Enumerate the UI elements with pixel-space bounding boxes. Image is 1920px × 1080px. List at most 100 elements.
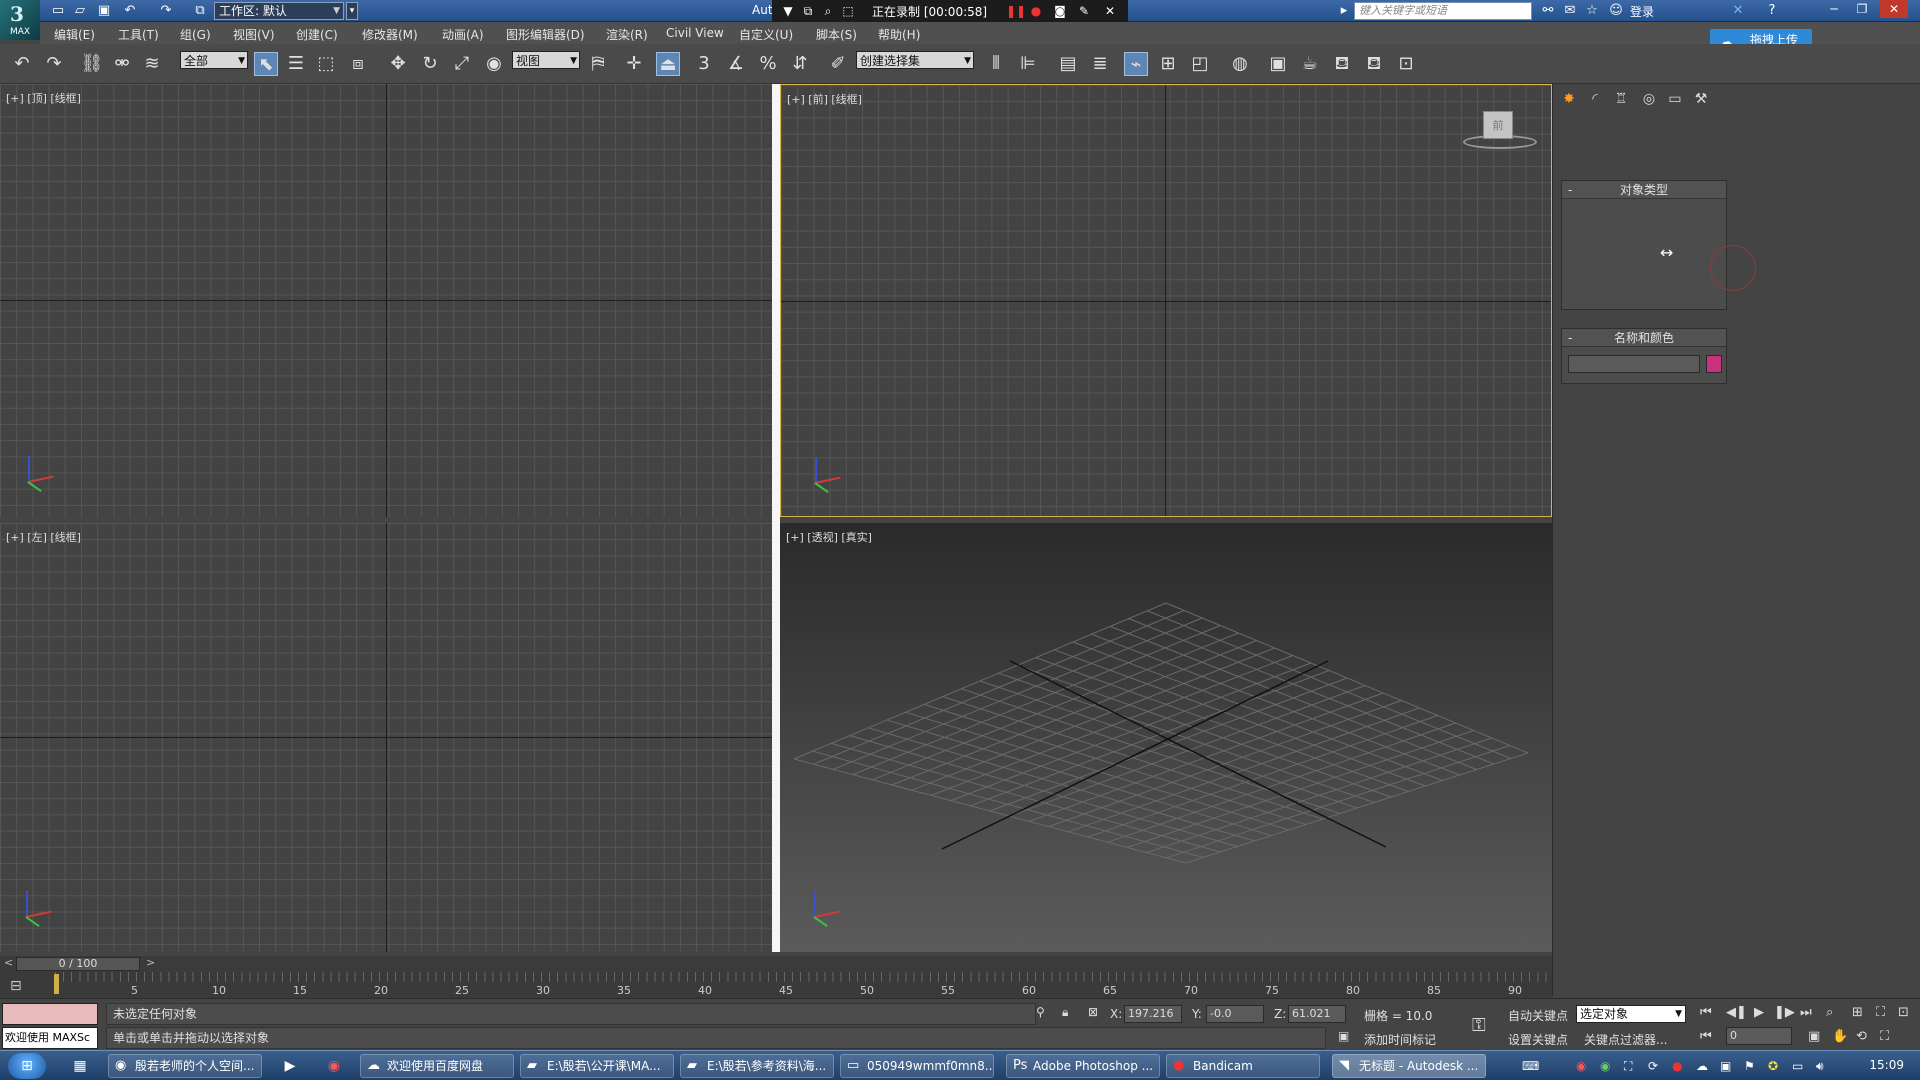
quicklaunch-app-icon[interactable]: ◉ <box>324 1056 344 1076</box>
menu-animation[interactable]: 动画(A) <box>442 26 484 43</box>
search-expand-icon[interactable]: ▸ <box>1336 3 1352 19</box>
render-in-cloud-icon[interactable]: ⊡ <box>1394 52 1418 76</box>
ref-coord-dropdown[interactable]: 视图 ▼ <box>512 51 580 69</box>
undo-quick-icon[interactable]: ↶ <box>122 3 138 19</box>
mini-curve-editor-icon[interactable]: ⊟ <box>10 978 22 994</box>
project-folder-icon[interactable]: ⧉ <box>192 3 208 19</box>
viewport-top-label[interactable]: [+] [顶] [线框] <box>6 90 81 106</box>
minimize-icon[interactable]: ─ <box>1820 0 1848 18</box>
orbit-icon[interactable]: ⟲ <box>1856 1029 1867 1044</box>
menu-group[interactable]: 组(G) <box>180 26 211 43</box>
tray-star-icon[interactable]: ✪ <box>1768 1059 1778 1073</box>
auto-key-button[interactable]: 自动关键点 <box>1508 1007 1568 1024</box>
menu-edit[interactable]: 编辑(E) <box>54 26 95 43</box>
schematic-view-icon[interactable]: ⊞ <box>1156 52 1180 76</box>
user-icon[interactable]: ☺ <box>1608 3 1624 19</box>
menu-graph-editors[interactable]: 图形编辑器(D) <box>506 26 585 43</box>
object-type-header[interactable]: - 对象类型 <box>1562 181 1726 199</box>
workspace-extra-button[interactable]: ▾ <box>346 2 358 20</box>
edit-named-selection-icon[interactable]: ✐ <box>826 52 850 76</box>
x-coord-field[interactable]: 197.216 <box>1124 1005 1182 1023</box>
save-file-icon[interactable]: ▣ <box>96 3 112 19</box>
maximize-viewport-icon[interactable]: ⛶ <box>1880 1029 1889 1044</box>
menu-modifiers[interactable]: 修改器(M) <box>362 26 418 43</box>
maxscript-listener-input[interactable] <box>2 1003 98 1025</box>
named-selection-dropdown[interactable]: 创建选择集 ▼ <box>856 51 974 69</box>
viewport-perspective[interactable]: [+] [透视] [真实] <box>780 523 1552 952</box>
menu-views[interactable]: 视图(V) <box>233 26 275 43</box>
taskbar-item[interactable]: ▰ E:\殷若\公开课\MA... <box>520 1054 674 1078</box>
maxscript-output[interactable]: 欢迎使用 MAXSc <box>2 1027 98 1049</box>
tray-display-icon[interactable]: ▭ <box>1792 1059 1803 1073</box>
add-time-tag[interactable]: 添加时间标记 <box>1364 1031 1436 1048</box>
tray-record-icon[interactable]: ● <box>1672 1059 1682 1073</box>
name-color-header[interactable]: - 名称和颜色 <box>1562 329 1726 347</box>
menu-tools[interactable]: 工具(T) <box>118 26 159 43</box>
current-frame-field[interactable]: 0 <box>1726 1027 1792 1045</box>
select-manipulate-icon[interactable]: ✛ <box>622 52 646 76</box>
volume-icon[interactable]: 🔊︎ <box>1816 1059 1824 1074</box>
object-color-swatch[interactable] <box>1706 355 1722 373</box>
menu-help[interactable]: 帮助(H) <box>878 26 920 43</box>
tray-security-icon[interactable]: ◉ <box>1600 1059 1610 1073</box>
zoom-icon[interactable]: ⌕ <box>820 3 836 19</box>
zoom-icon[interactable]: ⌕ <box>1826 1005 1833 1020</box>
modify-tab-icon[interactable]: ◜ <box>1583 88 1607 110</box>
move-icon[interactable]: ✥ <box>386 52 410 76</box>
login-link[interactable]: 登录 <box>1630 3 1654 20</box>
utilities-tab-icon[interactable]: ⚒ <box>1689 88 1713 110</box>
quicklaunch-media-icon[interactable]: ▶ <box>280 1056 300 1076</box>
region-icon[interactable]: ⬚ <box>840 3 856 19</box>
window-close-icon[interactable]: ✕ <box>1880 0 1908 18</box>
redo-icon[interactable]: ↷ <box>42 52 66 76</box>
next-frame-icon[interactable]: ❚▶ <box>1774 1005 1795 1020</box>
motion-tab-icon[interactable]: ◎ <box>1637 88 1661 110</box>
place-icon[interactable]: ◉ <box>482 52 506 76</box>
go-to-start-icon[interactable]: ⏮ <box>1700 1005 1712 1020</box>
camera-icon[interactable]: ◙ <box>1052 3 1068 19</box>
time-prev-button[interactable]: < <box>4 956 13 969</box>
taskbar-item[interactable]: ▰ E:\殷若\参考资料\海... <box>680 1054 834 1078</box>
absolute-mode-icon[interactable]: ⊠ <box>1088 1005 1098 1019</box>
isolate-icon[interactable]: ⚲ <box>1036 1005 1045 1019</box>
taskbar-item[interactable]: ◉ 殷若老师的个人空间... <box>108 1054 262 1078</box>
viewcube[interactable]: 前 <box>1463 111 1537 149</box>
layer-explorer-icon[interactable]: ▤ <box>1056 52 1080 76</box>
track-ticks[interactable] <box>55 972 1552 998</box>
viewcube-face[interactable]: 前 <box>1483 111 1513 139</box>
app-logo[interactable]: 3 MAX <box>0 0 40 40</box>
viewport-divider-vertical[interactable] <box>772 84 780 952</box>
rendered-frame-icon[interactable]: ▣ <box>1266 52 1290 76</box>
toggle-ribbon-icon[interactable]: ≣ <box>1088 52 1112 76</box>
tray-monitor-icon[interactable]: ▣ <box>1720 1059 1731 1073</box>
viewport-left-label[interactable]: [+] [左] [线框] <box>6 529 81 545</box>
activeshade-icon[interactable]: ⛾ <box>1362 52 1386 76</box>
viewport-left[interactable]: [+] [左] [线框] <box>0 523 772 952</box>
link-icon[interactable]: ⛓ <box>80 52 104 76</box>
zoom-all-icon[interactable]: ⊞ <box>1852 1005 1863 1020</box>
open-file-icon[interactable]: ▱ <box>72 3 88 19</box>
key-selection-dropdown[interactable]: 选定对象 ▼ <box>1576 1005 1686 1023</box>
time-tag-icon[interactable]: ▣ <box>1338 1029 1349 1043</box>
help-icon[interactable]: ? <box>1764 3 1780 19</box>
play-icon[interactable]: ▶ <box>1754 1005 1764 1020</box>
exchange-icon[interactable]: ✕ <box>1730 3 1746 19</box>
quicklaunch-folder-icon[interactable]: ▦ <box>70 1056 90 1076</box>
binoculars-icon[interactable]: ⚯ <box>1540 3 1556 19</box>
tray-network-icon[interactable]: ⛶ <box>1624 1059 1632 1074</box>
material-editor-icon[interactable]: ◰ <box>1188 52 1212 76</box>
angle-snap-icon[interactable]: ∡ <box>724 52 748 76</box>
menu-rendering[interactable]: 渲染(R) <box>606 26 648 43</box>
viewport-perspective-label[interactable]: [+] [透视] [真实] <box>786 529 872 545</box>
z-coord-field[interactable]: 61.021 <box>1288 1005 1346 1023</box>
render-iterative-icon[interactable]: ⛾ <box>1330 52 1354 76</box>
tray-app-icon[interactable]: ◉ <box>1576 1059 1586 1073</box>
key-filters-button[interactable]: 关键点过滤器... <box>1584 1031 1667 1048</box>
viewport-front[interactable]: [+] [前] [线框] 前 <box>780 84 1552 517</box>
chevron-down-icon[interactable]: ▼ <box>780 3 796 19</box>
maximize-icon[interactable]: ❐ <box>1848 0 1876 18</box>
tray-sync-icon[interactable]: ⟳ <box>1648 1059 1658 1073</box>
keyboard-icon[interactable]: ⌨ <box>1522 1059 1539 1073</box>
pause-icon[interactable]: ❚❚ <box>1006 3 1026 19</box>
rect-selection-icon[interactable]: ⬚ <box>314 52 338 76</box>
